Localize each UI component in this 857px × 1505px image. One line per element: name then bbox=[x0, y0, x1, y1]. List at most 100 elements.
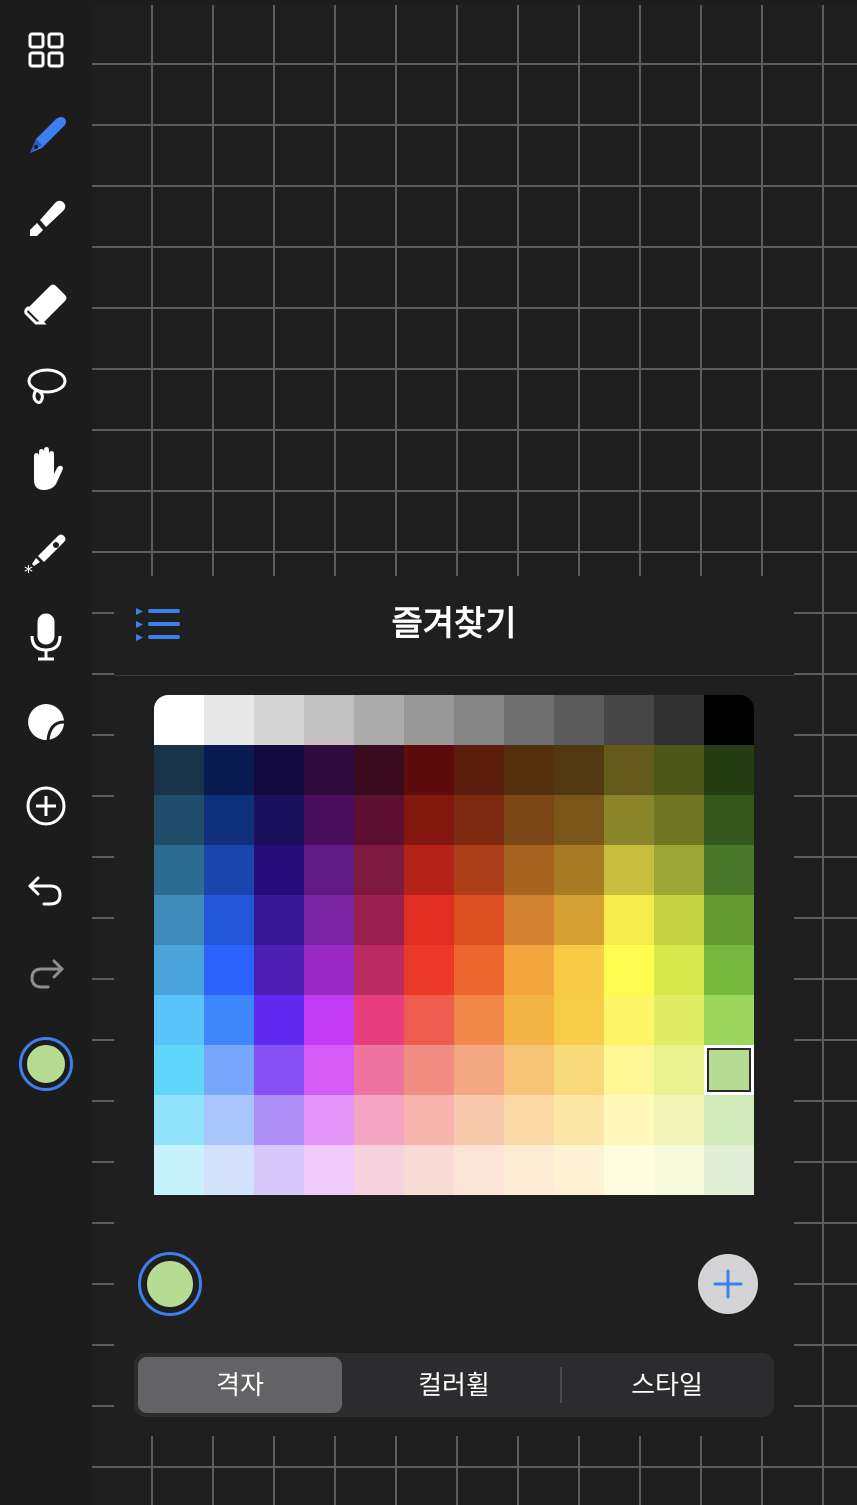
tab-grid[interactable]: 격자 bbox=[138, 1357, 342, 1413]
color-swatch[interactable] bbox=[304, 845, 354, 895]
color-swatch[interactable] bbox=[404, 795, 454, 845]
hand-icon[interactable] bbox=[16, 438, 76, 498]
current-color-button[interactable] bbox=[138, 1252, 202, 1316]
color-swatch[interactable] bbox=[354, 995, 404, 1045]
color-swatch[interactable] bbox=[654, 745, 704, 795]
color-swatch[interactable] bbox=[454, 895, 504, 945]
color-swatch[interactable] bbox=[454, 1045, 504, 1095]
color-swatch[interactable] bbox=[654, 695, 704, 745]
color-swatch[interactable] bbox=[454, 1095, 504, 1145]
undo-icon[interactable] bbox=[16, 860, 76, 920]
color-swatch[interactable] bbox=[604, 695, 654, 745]
color-swatch[interactable] bbox=[154, 1145, 204, 1195]
color-swatch[interactable] bbox=[704, 1045, 754, 1095]
color-swatch[interactable] bbox=[454, 945, 504, 995]
color-swatch[interactable] bbox=[504, 745, 554, 795]
color-swatch[interactable] bbox=[204, 845, 254, 895]
color-swatch[interactable] bbox=[254, 1095, 304, 1145]
color-swatch[interactable] bbox=[404, 895, 454, 945]
eraser-icon[interactable] bbox=[16, 272, 76, 332]
color-swatch[interactable] bbox=[254, 745, 304, 795]
color-swatch[interactable] bbox=[154, 745, 204, 795]
color-swatch[interactable] bbox=[604, 1095, 654, 1145]
color-swatch[interactable] bbox=[604, 745, 654, 795]
color-swatch[interactable] bbox=[554, 1145, 604, 1195]
color-swatch[interactable] bbox=[654, 845, 704, 895]
color-swatch[interactable] bbox=[254, 995, 304, 1045]
color-swatch[interactable] bbox=[504, 795, 554, 845]
color-swatch[interactable] bbox=[354, 1095, 404, 1145]
color-swatch[interactable] bbox=[454, 695, 504, 745]
lasso-icon[interactable] bbox=[16, 355, 76, 415]
add-favorite-button[interactable] bbox=[698, 1254, 758, 1314]
color-swatch[interactable] bbox=[654, 1095, 704, 1145]
color-swatch[interactable] bbox=[354, 795, 404, 845]
color-swatch[interactable] bbox=[254, 895, 304, 945]
laser-pointer-icon[interactable]: * bbox=[16, 522, 76, 582]
color-swatch[interactable] bbox=[154, 695, 204, 745]
color-swatch[interactable] bbox=[504, 945, 554, 995]
color-swatch[interactable] bbox=[304, 1145, 354, 1195]
color-swatch[interactable] bbox=[654, 1145, 704, 1195]
color-swatch[interactable] bbox=[454, 745, 504, 795]
color-swatch[interactable] bbox=[304, 945, 354, 995]
color-swatch[interactable] bbox=[504, 1045, 554, 1095]
color-swatch[interactable] bbox=[604, 945, 654, 995]
color-swatch[interactable] bbox=[154, 795, 204, 845]
color-swatch[interactable] bbox=[554, 795, 604, 845]
tab-style[interactable]: 스타일 bbox=[564, 1357, 770, 1413]
color-swatch[interactable] bbox=[354, 895, 404, 945]
color-swatch[interactable] bbox=[554, 695, 604, 745]
active-color-button[interactable] bbox=[19, 1037, 73, 1091]
color-swatch[interactable] bbox=[454, 845, 504, 895]
color-swatch[interactable] bbox=[154, 1045, 204, 1095]
color-swatch[interactable] bbox=[604, 1045, 654, 1095]
color-swatch[interactable] bbox=[504, 695, 554, 745]
color-swatch[interactable] bbox=[304, 695, 354, 745]
color-swatch[interactable] bbox=[204, 895, 254, 945]
grid-view-icon[interactable] bbox=[16, 20, 76, 80]
color-swatch[interactable] bbox=[554, 1045, 604, 1095]
color-swatch[interactable] bbox=[704, 995, 754, 1045]
color-swatch[interactable] bbox=[504, 895, 554, 945]
highlighter-icon[interactable] bbox=[16, 188, 76, 248]
tab-color-wheel[interactable]: 컬러휠 bbox=[350, 1357, 558, 1413]
color-swatch[interactable] bbox=[554, 745, 604, 795]
color-swatch[interactable] bbox=[554, 845, 604, 895]
color-swatch[interactable] bbox=[454, 1145, 504, 1195]
color-swatch[interactable] bbox=[704, 895, 754, 945]
color-swatch[interactable] bbox=[204, 1095, 254, 1145]
color-swatch[interactable] bbox=[254, 1045, 304, 1095]
color-swatch[interactable] bbox=[254, 845, 304, 895]
color-swatch[interactable] bbox=[204, 1045, 254, 1095]
color-swatch[interactable] bbox=[254, 795, 304, 845]
color-swatch[interactable] bbox=[704, 1145, 754, 1195]
color-swatch[interactable] bbox=[154, 1095, 204, 1145]
color-swatch[interactable] bbox=[504, 845, 554, 895]
color-swatch[interactable] bbox=[654, 895, 704, 945]
pen-icon[interactable] bbox=[16, 105, 76, 165]
color-swatch[interactable] bbox=[604, 995, 654, 1045]
color-swatch[interactable] bbox=[204, 695, 254, 745]
color-swatch[interactable] bbox=[604, 895, 654, 945]
color-swatch[interactable] bbox=[654, 795, 704, 845]
color-swatch[interactable] bbox=[454, 995, 504, 1045]
color-swatch[interactable] bbox=[704, 795, 754, 845]
color-swatch[interactable] bbox=[204, 1145, 254, 1195]
color-swatch[interactable] bbox=[604, 1145, 654, 1195]
color-swatch[interactable] bbox=[554, 995, 604, 1045]
color-swatch[interactable] bbox=[204, 745, 254, 795]
color-swatch[interactable] bbox=[404, 1045, 454, 1095]
color-swatch[interactable] bbox=[304, 745, 354, 795]
color-swatch[interactable] bbox=[404, 1095, 454, 1145]
color-swatch[interactable] bbox=[204, 945, 254, 995]
color-swatch[interactable] bbox=[254, 695, 304, 745]
color-swatch[interactable] bbox=[354, 745, 404, 795]
color-swatch[interactable] bbox=[154, 895, 204, 945]
add-circle-icon[interactable] bbox=[16, 776, 76, 836]
color-swatch[interactable] bbox=[354, 845, 404, 895]
color-swatch[interactable] bbox=[554, 1095, 604, 1145]
color-swatch[interactable] bbox=[554, 945, 604, 995]
color-swatch[interactable] bbox=[404, 845, 454, 895]
color-swatch[interactable] bbox=[704, 945, 754, 995]
